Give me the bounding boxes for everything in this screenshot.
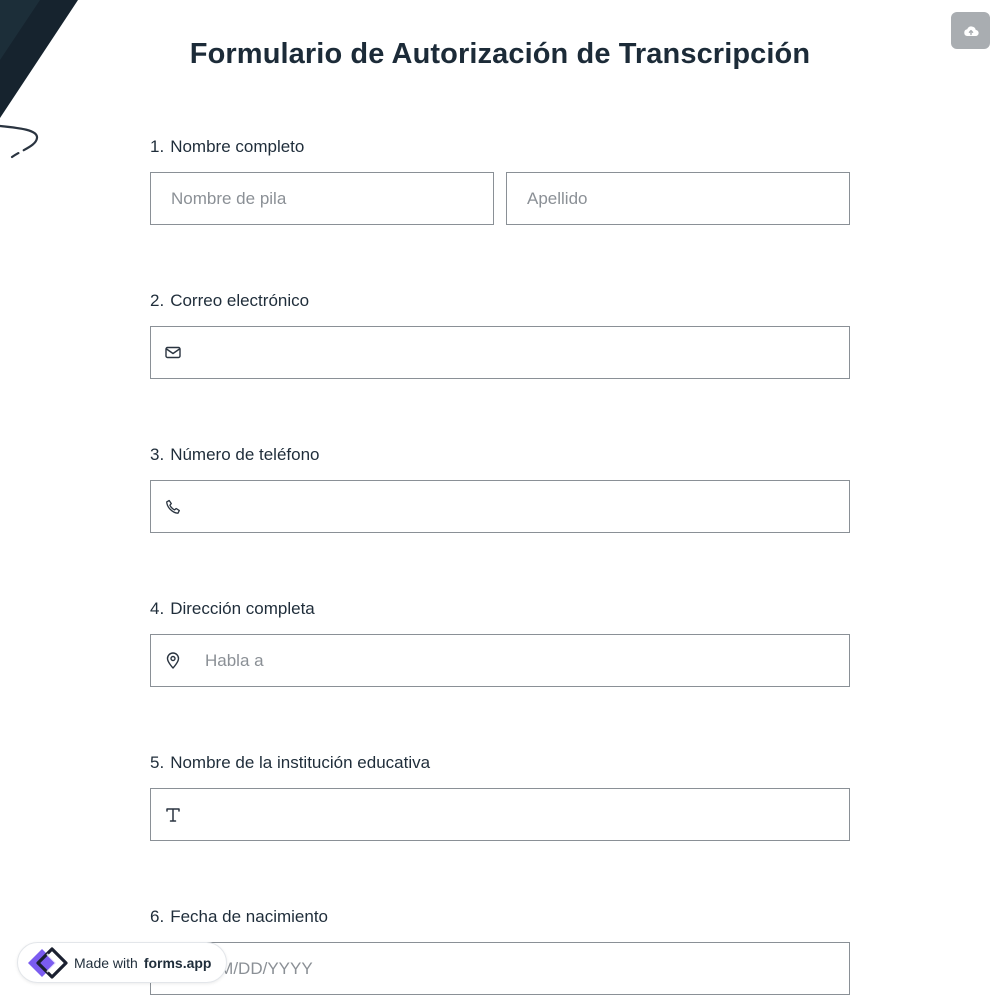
badge-brand: forms.app: [143, 954, 212, 971]
question-institution: 5. Nombre de la institución educativa: [150, 752, 850, 841]
question-text: Nombre completo: [170, 137, 305, 156]
question-full-name: 1. Nombre completo: [150, 136, 850, 225]
question-label: 4. Dirección completa: [150, 598, 850, 620]
address-input[interactable]: [195, 635, 849, 686]
question-label: 3. Número de teléfono: [150, 444, 850, 466]
badge-prefix: Made with: [74, 954, 138, 971]
question-number: 1.: [150, 137, 165, 156]
email-field: [150, 326, 850, 379]
question-text: Correo electrónico: [170, 291, 310, 310]
question-label: 2. Correo electrónico: [150, 290, 850, 312]
question-number: 3.: [150, 445, 165, 464]
last-name-input[interactable]: [507, 173, 849, 224]
birthdate-field: [150, 942, 850, 995]
text-t-icon: [151, 807, 195, 823]
forms-app-logo-icon: [28, 946, 68, 979]
first-name-field: [150, 172, 494, 225]
institution-input[interactable]: [195, 789, 849, 840]
form-title: Formulario de Autorización de Transcripc…: [189, 38, 811, 70]
phone-input[interactable]: [195, 481, 849, 532]
birthdate-input[interactable]: [195, 943, 849, 994]
first-name-input[interactable]: [151, 173, 493, 224]
question-number: 4.: [150, 599, 165, 618]
form-page: Formulario de Autorización de Transcripc…: [0, 0, 1000, 1000]
question-number: 2.: [150, 291, 165, 310]
decorative-corner-art: [0, 0, 78, 159]
question-phone: 3. Número de teléfono: [150, 444, 850, 533]
phone-field: [150, 480, 850, 533]
made-with-badge[interactable]: Made with forms.app: [17, 942, 227, 983]
email-input[interactable]: [195, 327, 849, 378]
question-text: Dirección completa: [170, 599, 315, 618]
question-number: 5.: [150, 753, 165, 772]
question-label: 6. Fecha de nacimiento: [150, 906, 850, 928]
institution-field: [150, 788, 850, 841]
question-email: 2. Correo electrónico: [150, 290, 850, 379]
last-name-field: [506, 172, 850, 225]
envelope-icon: [151, 346, 195, 359]
phone-icon: [151, 499, 195, 515]
map-pin-icon: [151, 652, 195, 669]
question-address: 4. Dirección completa: [150, 598, 850, 687]
question-text: Número de teléfono: [170, 445, 320, 464]
question-number: 6.: [150, 907, 165, 926]
cloud-upload-icon: [963, 25, 979, 36]
address-field: [150, 634, 850, 687]
question-label: 5. Nombre de la institución educativa: [150, 752, 850, 774]
question-text: Fecha de nacimiento: [170, 907, 329, 926]
question-label: 1. Nombre completo: [150, 136, 850, 158]
question-text: Nombre de la institución educativa: [170, 753, 431, 772]
question-birthdate: 6. Fecha de nacimiento: [150, 906, 850, 995]
